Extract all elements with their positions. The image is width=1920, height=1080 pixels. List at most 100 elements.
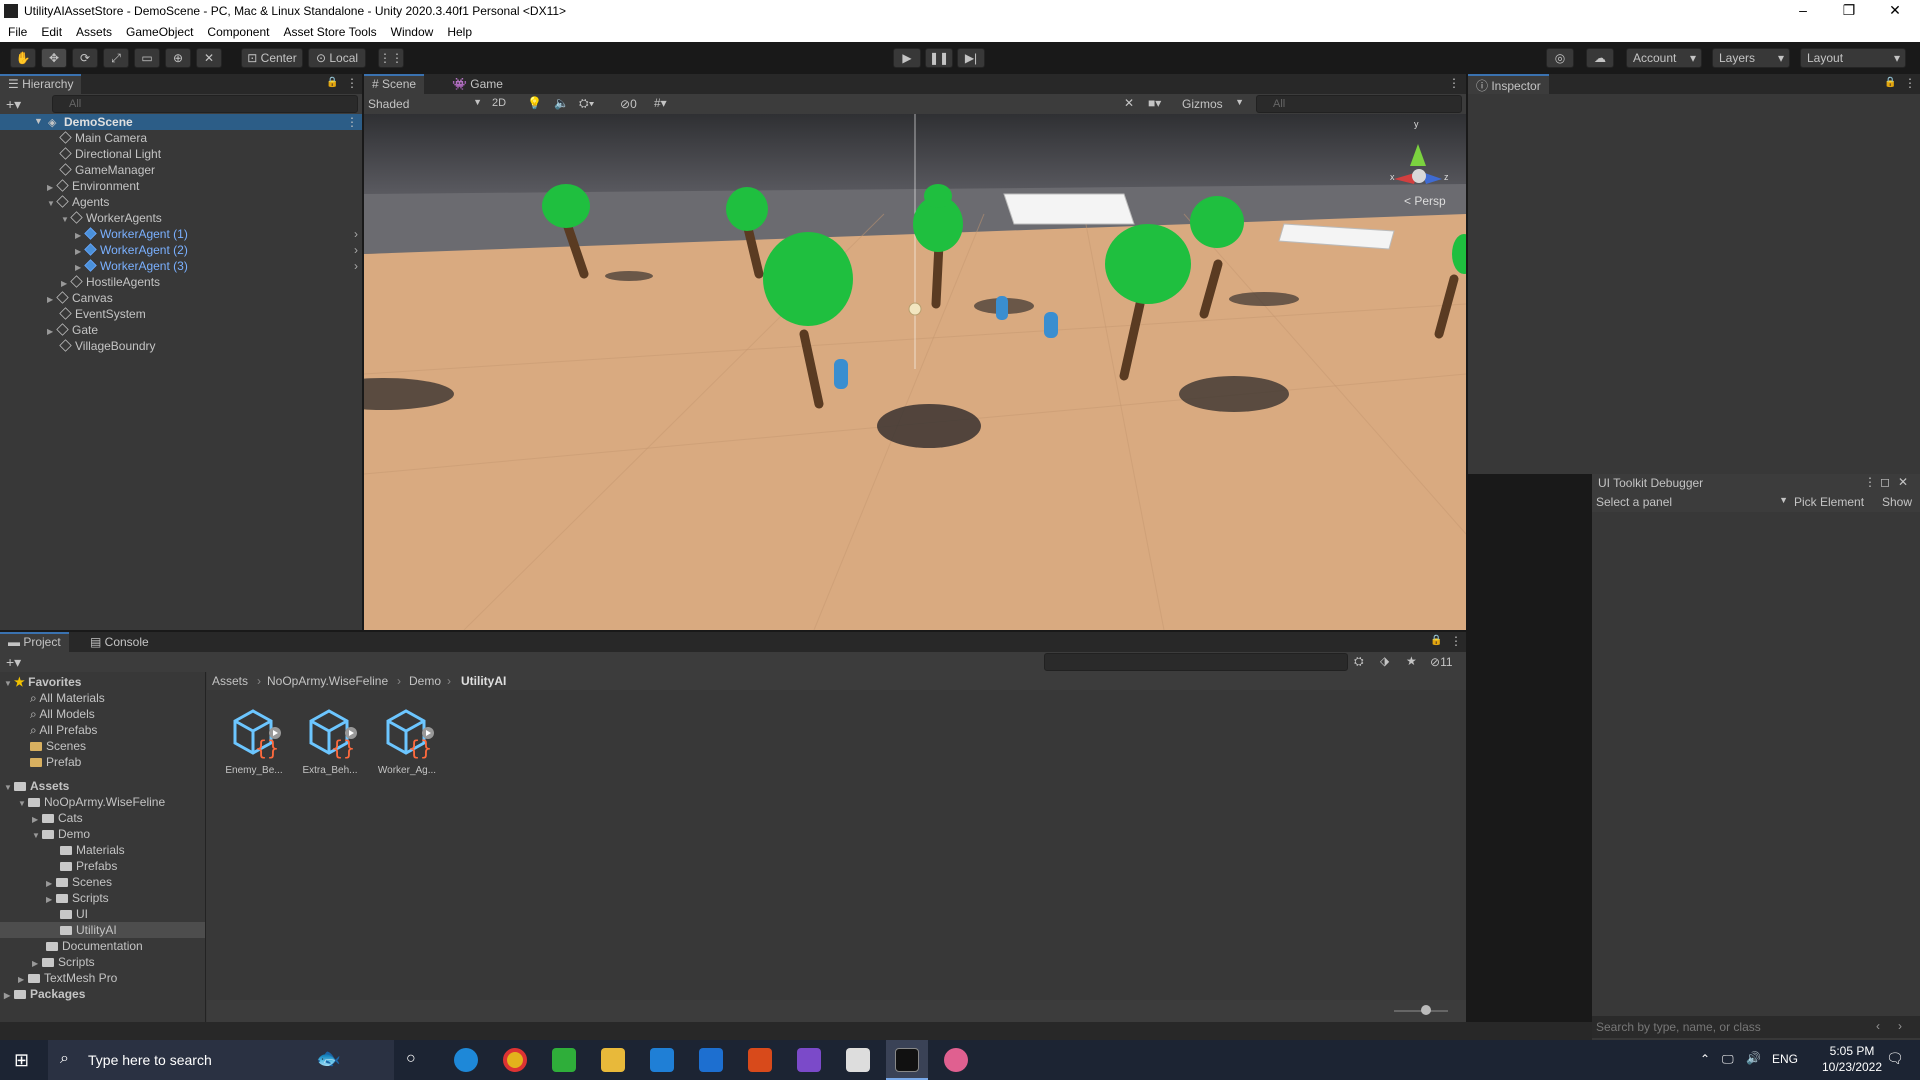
lock-icon[interactable]: 🔒 [1884, 77, 1896, 88]
create-add-icon[interactable]: +▾ [6, 654, 21, 671]
office-icon[interactable] [748, 1048, 772, 1072]
select-panel-dropdown[interactable]: Select a panel ▼ [1596, 495, 1788, 509]
cloud-icon[interactable]: ☁ [1586, 48, 1614, 68]
menu-edit[interactable]: Edit [33, 22, 68, 39]
task-view-icon[interactable]: ○ [406, 1050, 416, 1068]
folder-item[interactable]: ▶ Scripts [32, 954, 95, 970]
play-button[interactable]: ▶ [893, 48, 921, 68]
hierarchy-item[interactable]: EventSystem [59, 306, 146, 322]
hierarchy-item[interactable]: ▶ WorkerAgent (3) › [75, 258, 362, 274]
breadcrumb-item[interactable]: Assets [212, 674, 248, 688]
scene-row[interactable]: ▼ ◈ DemoScene ⋮ [0, 114, 362, 130]
menu-gameobject[interactable]: GameObject [118, 22, 199, 39]
hierarchy-item[interactable]: ▼ WorkerAgents [61, 210, 162, 226]
chevron-right-icon[interactable]: › [354, 242, 358, 258]
hierarchy-item[interactable]: ▶ HostileAgents [61, 274, 160, 290]
lock-icon[interactable]: 🔒 [326, 77, 338, 88]
tab-scene[interactable]: # Scene [364, 74, 425, 94]
tab-hierarchy[interactable]: ☰ Hierarchy [0, 74, 82, 94]
clock[interactable]: 5:05 PM 10/23/2022 [1820, 1044, 1884, 1074]
foldout-collapsed-icon[interactable]: ▶ [46, 892, 56, 908]
favorite-item[interactable]: Prefab [30, 754, 81, 770]
more-options-icon[interactable]: ⋮ [346, 76, 358, 90]
chrome-icon[interactable] [503, 1048, 527, 1072]
close-icon[interactable]: ✕ [1898, 475, 1908, 489]
pause-button[interactable]: ❚❚ [925, 48, 953, 68]
menu-asset-store-tools[interactable]: Asset Store Tools [275, 22, 382, 39]
hierarchy-item[interactable]: ▼ Agents [47, 194, 109, 210]
menu-component[interactable]: Component [199, 22, 275, 39]
restore-button[interactable]: ❐ [1826, 0, 1872, 22]
project-search-input[interactable] [1044, 653, 1348, 671]
windows-start-icon[interactable]: ⊞ [14, 1050, 29, 1071]
visual-studio-icon[interactable] [797, 1048, 821, 1072]
foldout-collapsed-icon[interactable]: ▶ [47, 324, 57, 340]
hidden-packages-toggle[interactable]: ⊘11 [1430, 655, 1453, 669]
menu-file[interactable]: File [0, 22, 33, 39]
menu-window[interactable]: Window [383, 22, 440, 39]
step-button[interactable]: ▶| [957, 48, 985, 68]
hierarchy-item[interactable]: GameManager [59, 162, 155, 178]
2d-mode-toggle[interactable]: 2D [492, 97, 506, 109]
hierarchy-item[interactable]: ▶ WorkerAgent (2) › [75, 242, 362, 258]
lighting-icon[interactable]: 💡 [527, 96, 542, 110]
foldout-expanded-icon[interactable]: ▼ [4, 780, 14, 796]
folder-item[interactable]: ▼ Demo [32, 826, 90, 842]
assets-folder[interactable]: ▼ Assets [4, 778, 69, 794]
move-tool-icon[interactable]: ✥ [41, 48, 67, 68]
folder-item[interactable]: Documentation [46, 938, 143, 954]
folder-item[interactable]: ▼ NoOpArmy.WiseFeline [18, 794, 165, 810]
tab-console[interactable]: ▤ Console [82, 632, 157, 652]
chevron-right-icon[interactable]: › [354, 258, 358, 274]
hierarchy-item[interactable]: ▶ WorkerAgent (1) › [75, 226, 362, 242]
scene-search-input[interactable]: All [1256, 95, 1462, 113]
favorite-item[interactable]: ⌕ All Prefabs [30, 722, 97, 738]
maximize-icon[interactable]: ◻ [1880, 475, 1890, 489]
next-icon[interactable]: › [1898, 1019, 1902, 1033]
folder-item[interactable]: ▶ Scripts [46, 890, 109, 906]
asset-item[interactable]: {} Enemy_Be... [219, 705, 289, 776]
notifications-icon[interactable]: 🗨 [1886, 1050, 1904, 1067]
folder-item[interactable]: UI [60, 906, 88, 922]
breadcrumb-current[interactable]: UtilityAI [461, 674, 506, 688]
filter-label-icon[interactable]: ⬗ [1380, 654, 1389, 668]
pick-element-button[interactable]: Pick Element [1794, 495, 1864, 509]
filter-type-icon[interactable]: ⛭ [1354, 654, 1364, 669]
hierarchy-item[interactable]: Directional Light [59, 146, 161, 162]
foldout-expanded-icon[interactable]: ▼ [18, 796, 28, 812]
gizmos-dropdown[interactable]: Gizmos ▼ [1182, 97, 1244, 111]
shading-mode-dropdown[interactable]: Shaded ▼ [368, 97, 486, 111]
foldout-collapsed-icon[interactable]: ▶ [4, 988, 14, 1004]
tab-project[interactable]: ▬ Project [0, 632, 69, 652]
hidden-objects-toggle[interactable]: ⊘0 [620, 97, 637, 111]
unity-hub-icon[interactable] [846, 1048, 870, 1072]
chevron-right-icon[interactable]: › [354, 226, 358, 242]
foldout-expanded-icon[interactable]: ▼ [32, 828, 42, 844]
persp-toggle[interactable]: < Persp [1404, 194, 1446, 208]
foldout-collapsed-icon[interactable]: ▶ [47, 292, 57, 308]
audio-icon[interactable]: 🔈 [554, 96, 569, 110]
show-button[interactable]: Show [1882, 495, 1912, 509]
volume-icon[interactable]: 🔊 [1746, 1051, 1761, 1065]
snap-grid-icon[interactable]: ⋮⋮ [378, 48, 404, 68]
rotate-tool-icon[interactable]: ⟳ [72, 48, 98, 68]
more-options-icon[interactable]: ⋮ [1904, 76, 1916, 90]
effects-icon[interactable]: ⛭▾ [579, 96, 594, 111]
packages-folder[interactable]: ▶ Packages [4, 986, 85, 1002]
hierarchy-search-input[interactable]: All [52, 95, 358, 113]
hierarchy-item[interactable]: VillageBoundry [59, 338, 156, 354]
paint-icon[interactable] [944, 1048, 968, 1072]
tab-inspector[interactable]: ⓘ Inspector [1468, 74, 1549, 94]
more-options-icon[interactable]: ⋮ [1450, 634, 1462, 648]
more-options-icon[interactable]: ⋮ [1864, 475, 1876, 489]
edge-icon[interactable] [454, 1048, 478, 1072]
show-hidden-icons[interactable]: ⌃ [1700, 1052, 1710, 1066]
folder-item[interactable]: ▶ Cats [32, 810, 83, 826]
mail-icon[interactable] [699, 1048, 723, 1072]
lock-icon[interactable]: 🔒 [1430, 635, 1442, 646]
scene-menu-icon[interactable]: ⋮ [346, 115, 358, 129]
taskbar-search-box[interactable]: ⌕ Type here to search 🐟 [48, 1040, 394, 1080]
tools-icon[interactable]: ✕ [1124, 96, 1134, 110]
slider-handle[interactable] [1421, 1005, 1431, 1015]
camera-icon[interactable]: ■▾ [1148, 96, 1161, 110]
